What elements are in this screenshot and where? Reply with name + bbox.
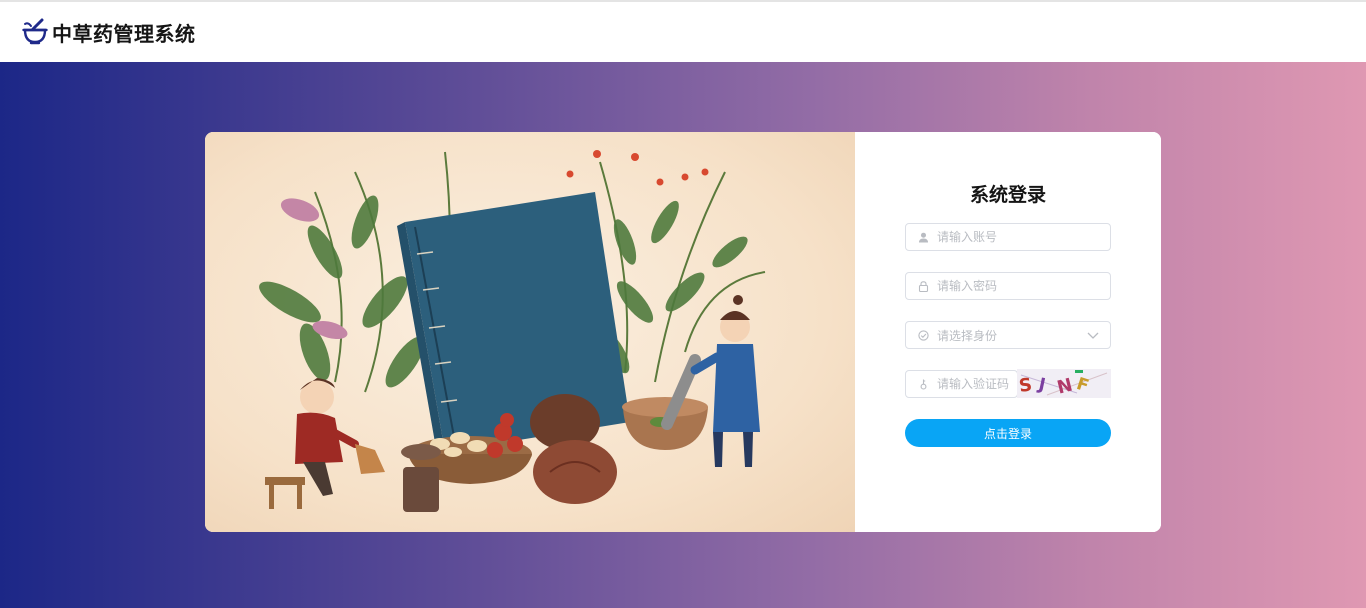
herbal-illustration: [205, 132, 855, 532]
captcha-char-4: F: [1074, 374, 1091, 397]
app-title: 中草药管理系统: [52, 21, 196, 46]
password-field[interactable]: [905, 272, 1111, 300]
check-circle-icon: [918, 329, 929, 341]
login-panel: 系统登录 请选择身份: [855, 132, 1161, 532]
user-icon: [918, 232, 929, 243]
role-select-placeholder: 请选择身份: [937, 328, 998, 343]
username-input[interactable]: [937, 230, 1087, 244]
captcha-input[interactable]: [937, 377, 1017, 391]
chevron-down-icon[interactable]: [1086, 328, 1100, 342]
captcha-image[interactable]: S J N F: [1017, 369, 1111, 398]
role-select[interactable]: 请选择身份: [905, 321, 1111, 349]
username-field[interactable]: [905, 223, 1111, 251]
key-icon: [918, 379, 929, 390]
login-button[interactable]: 点击登录: [905, 419, 1111, 447]
lock-icon: [918, 280, 929, 292]
password-input[interactable]: [937, 279, 1087, 293]
mortar-pestle-icon: [22, 17, 48, 47]
login-card: 系统登录 请选择身份: [205, 132, 1161, 532]
captcha-field[interactable]: [905, 370, 1018, 398]
captcha-char-2: J: [1036, 374, 1047, 395]
captcha-char-3: N: [1055, 375, 1075, 398]
app-header: 中草药管理系统: [0, 2, 1366, 62]
login-title: 系统登录: [969, 184, 1046, 206]
